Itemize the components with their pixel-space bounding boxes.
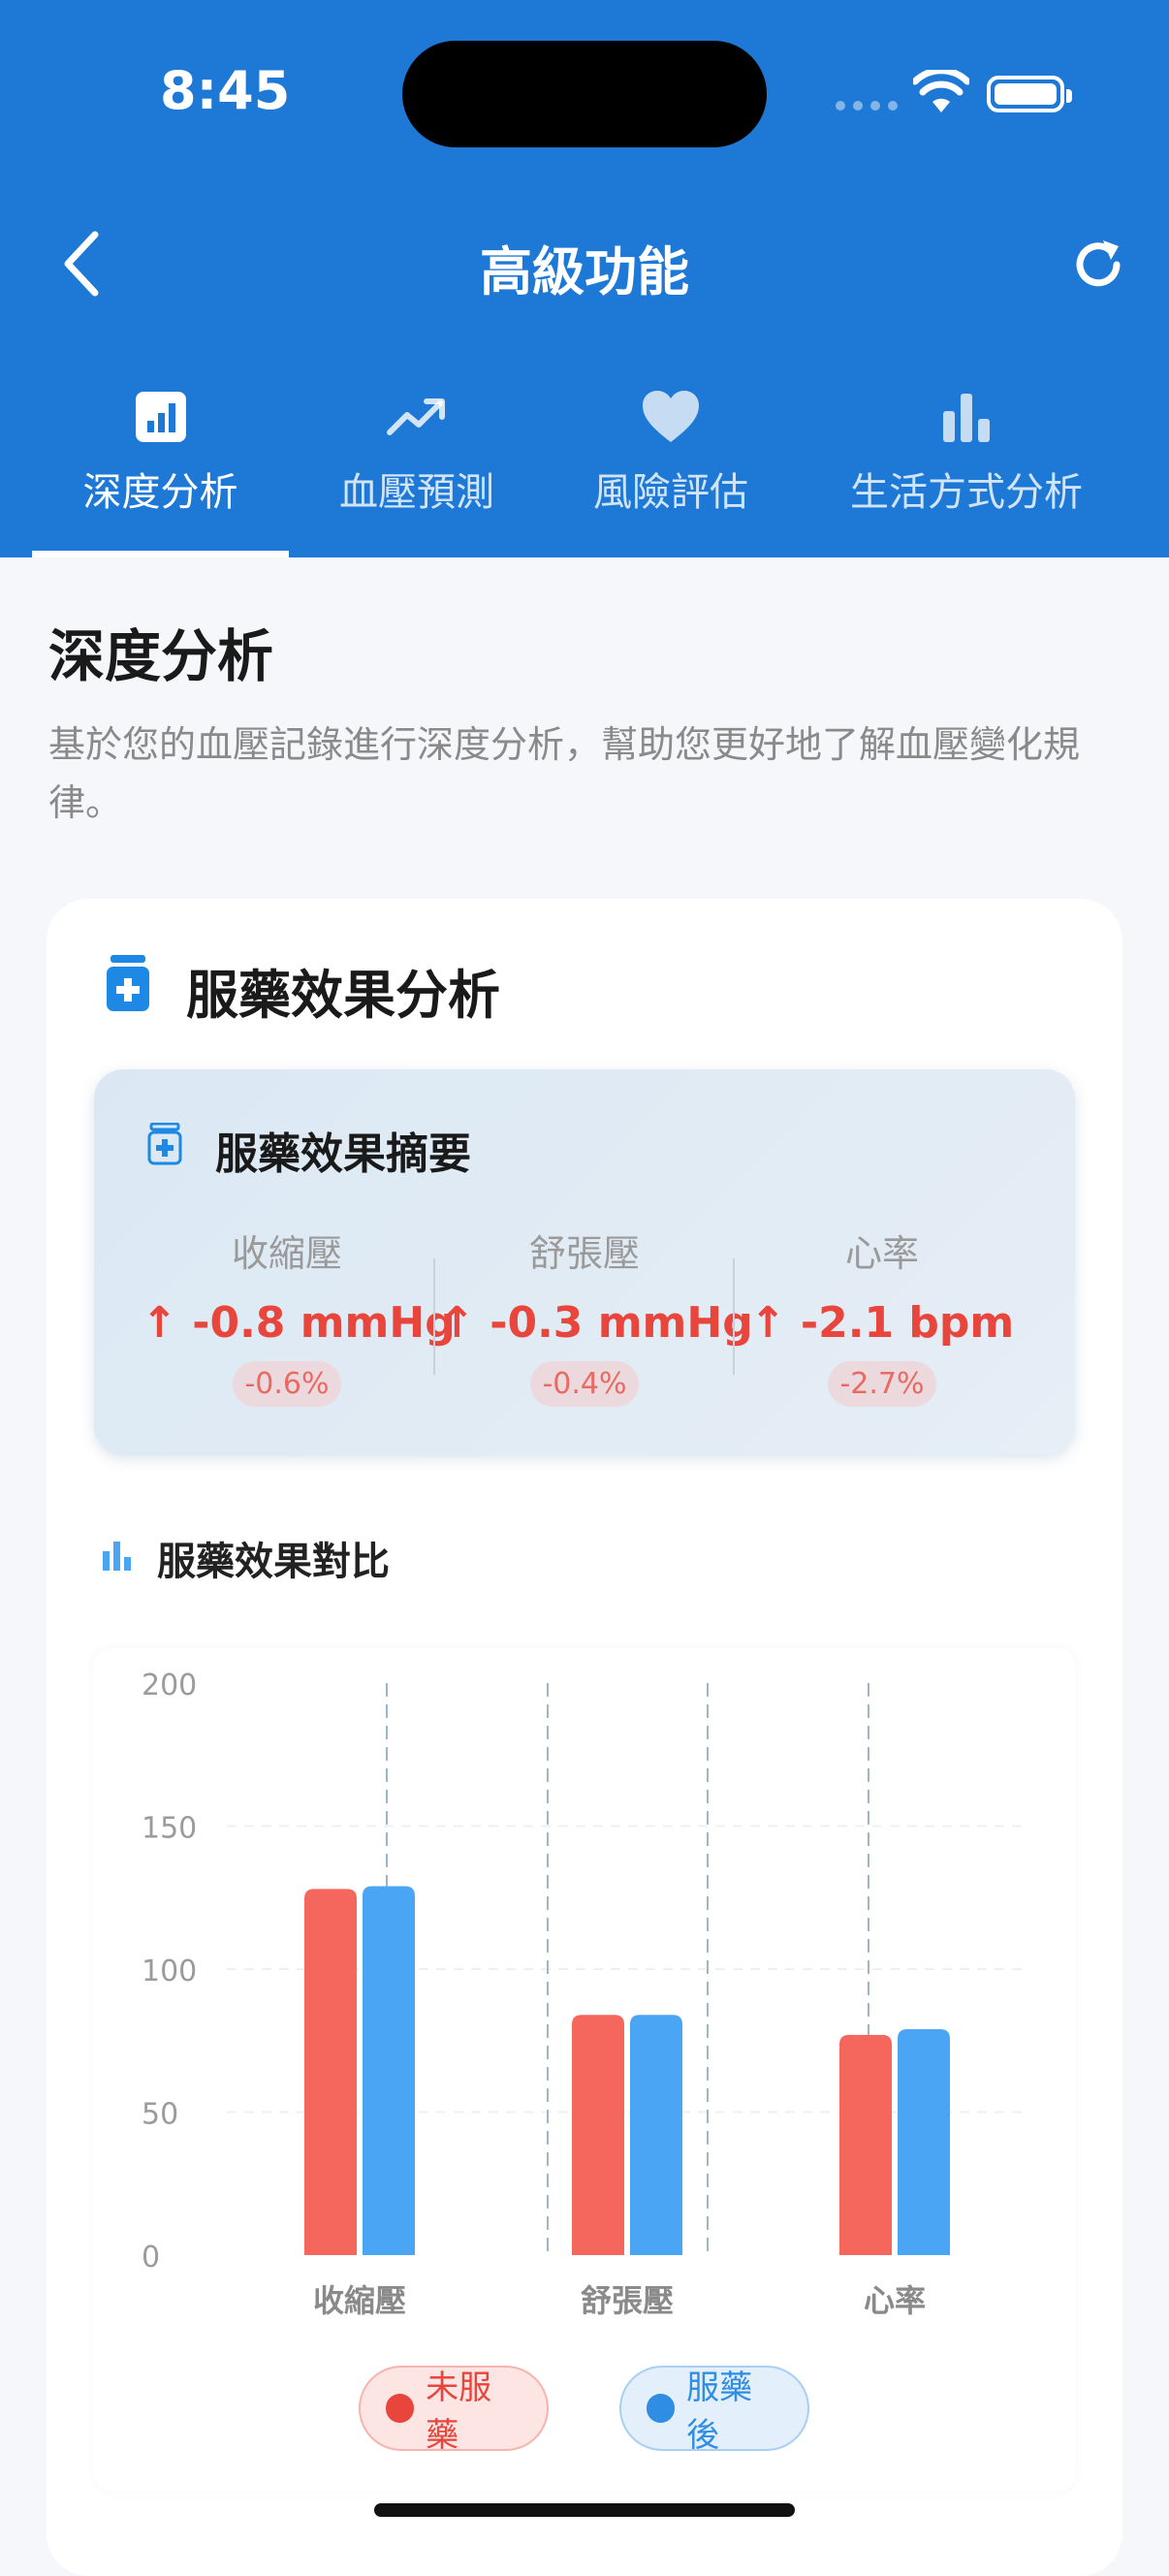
tab-label: 深度分析 bbox=[82, 470, 238, 515]
bar-chart: 0 50 100 150 200 收縮壓 舒張壓 心率 bbox=[142, 1669, 1027, 2319]
metric-diastolic: 舒張壓 ↑ -0.3 mmHg -0.4% bbox=[439, 1224, 753, 1407]
metric-heart-rate: 心率 ↑ -2.1 bpm -2.7% bbox=[737, 1224, 1027, 1407]
wifi-icon bbox=[913, 70, 969, 112]
medicine-outline-icon bbox=[147, 1123, 182, 1165]
legend-label: 未服藥 bbox=[426, 2369, 492, 2455]
bar-after bbox=[630, 2015, 682, 2255]
y-tick-label: 200 bbox=[142, 1669, 197, 1702]
x-tick-label: 收縮壓 bbox=[313, 2282, 406, 2319]
legend-before[interactable]: 未服藥 bbox=[359, 2366, 549, 2455]
divider bbox=[733, 1258, 735, 1375]
arrow-up-icon: ↑ bbox=[142, 1298, 193, 1348]
x-tick-label: 舒張壓 bbox=[581, 2282, 674, 2319]
arrow-up-icon: ↑ bbox=[749, 1298, 801, 1348]
metric-value: ↑ -0.8 mmHg bbox=[142, 1298, 456, 1348]
summary-title: 服藥效果摘要 bbox=[215, 1129, 471, 1179]
comparison-chart: 0 50 100 150 200 收縮壓 舒張壓 心率 bbox=[93, 1648, 1076, 2492]
comparison-title: 服藥效果對比 bbox=[157, 1540, 390, 1584]
metric-systolic: 收縮壓 ↑ -0.8 mmHg -0.6% bbox=[142, 1224, 456, 1407]
cellular-signal-icon bbox=[836, 101, 898, 111]
tab-label: 生活方式分析 bbox=[850, 470, 1083, 515]
metric-percent: -2.7% bbox=[828, 1361, 936, 1407]
home-indicator bbox=[374, 2503, 795, 2517]
app-header: 8:45 高級功能 深度分析 血壓預測 風險評估 生活方式分析 bbox=[0, 0, 1169, 557]
metric-name: 收縮壓 bbox=[231, 1232, 342, 1275]
legend-dot-before bbox=[386, 2394, 415, 2423]
tab-deep-analysis[interactable]: 深度分析 bbox=[32, 383, 289, 557]
small-bar-chart-icon bbox=[103, 1542, 131, 1571]
tab-lifestyle-analysis[interactable]: 生活方式分析 bbox=[836, 383, 1097, 557]
metric-percent: -0.6% bbox=[233, 1361, 341, 1407]
bar-before bbox=[839, 2034, 892, 2255]
tab-risk-assessment[interactable]: 風險評估 bbox=[574, 383, 768, 557]
bar-after bbox=[363, 1886, 415, 2255]
chart-square-icon bbox=[135, 392, 186, 442]
y-tick-label: 0 bbox=[142, 2241, 160, 2274]
page-title: 高級功能 bbox=[480, 241, 689, 302]
legend-label: 服藥後 bbox=[686, 2369, 753, 2455]
section-description: 基於您的血壓記錄進行深度分析，幫助您更好地了解血壓變化規律。 bbox=[48, 723, 1081, 824]
card-title: 服藥效果分析 bbox=[186, 965, 500, 1026]
refresh-button[interactable] bbox=[1066, 233, 1130, 297]
y-tick-label: 100 bbox=[142, 1955, 197, 1988]
bar-before bbox=[304, 1889, 357, 2255]
battery-icon bbox=[987, 76, 1072, 112]
metric-percent: -0.4% bbox=[530, 1361, 639, 1407]
divider bbox=[433, 1258, 435, 1375]
x-tick-label: 心率 bbox=[864, 2282, 926, 2319]
metric-name: 舒張壓 bbox=[528, 1232, 640, 1275]
tab-label: 血壓預測 bbox=[339, 470, 494, 515]
bar-after bbox=[898, 2028, 950, 2255]
legend-dot-after bbox=[647, 2394, 676, 2423]
heart-icon bbox=[643, 391, 699, 442]
metric-name: 心率 bbox=[844, 1232, 919, 1275]
y-tick-label: 50 bbox=[142, 2098, 178, 2132]
metric-value: ↑ -2.1 bpm bbox=[749, 1298, 1015, 1348]
bar-before bbox=[572, 2015, 624, 2255]
tab-label: 風險評估 bbox=[593, 470, 748, 515]
trend-up-icon bbox=[387, 398, 445, 435]
section-title: 深度分析 bbox=[48, 623, 274, 689]
arrow-up-icon: ↑ bbox=[439, 1298, 490, 1348]
dynamic-island bbox=[402, 41, 767, 147]
medicine-icon bbox=[107, 955, 149, 1011]
bar-chart-icon bbox=[943, 394, 990, 442]
tab-bp-prediction[interactable]: 血壓預測 bbox=[320, 383, 514, 557]
legend-after[interactable]: 服藥後 bbox=[619, 2366, 809, 2455]
status-time: 8:45 bbox=[160, 60, 291, 121]
y-tick-label: 150 bbox=[142, 1812, 197, 1846]
metric-value: ↑ -0.3 mmHg bbox=[439, 1298, 753, 1348]
active-tab-indicator bbox=[32, 551, 289, 557]
